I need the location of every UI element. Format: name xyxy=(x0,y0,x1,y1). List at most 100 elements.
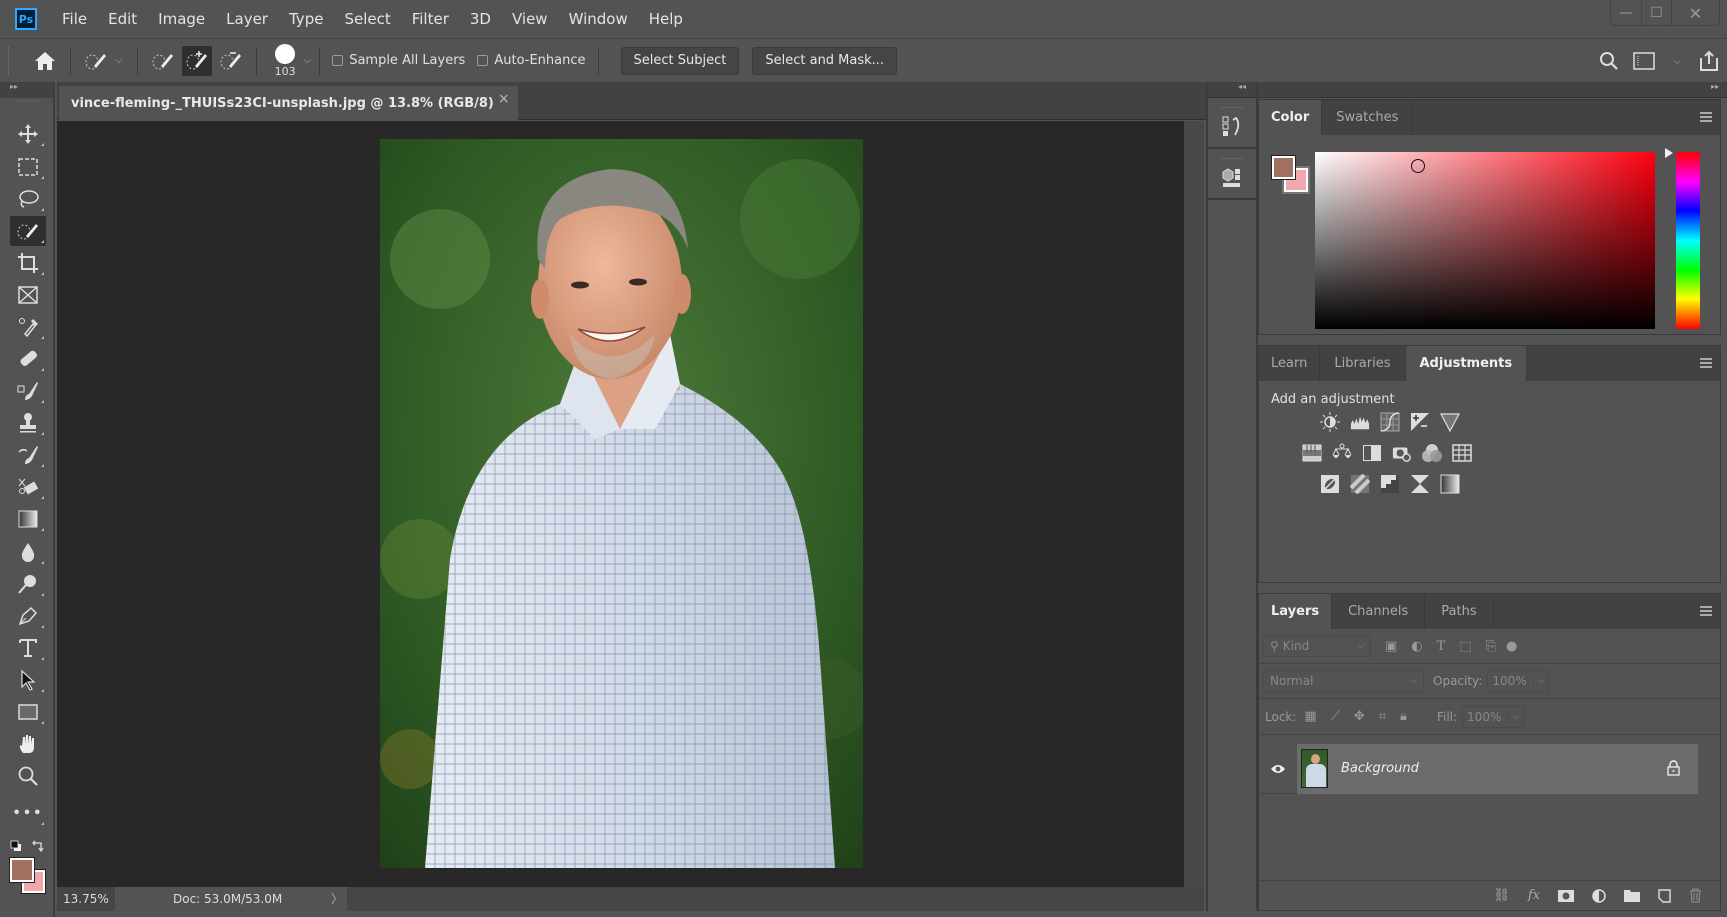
menu-filter[interactable]: Filter xyxy=(412,10,449,28)
history-brush-tool[interactable] xyxy=(10,440,46,470)
layer-visibility-toggle[interactable] xyxy=(1259,764,1297,774)
photo-filter-icon[interactable] xyxy=(1392,443,1412,463)
pen-tool[interactable] xyxy=(10,601,46,631)
hue-saturation-icon[interactable] xyxy=(1302,443,1322,463)
menu-file[interactable]: File xyxy=(62,10,87,28)
new-layer-icon[interactable] xyxy=(1658,888,1671,903)
tools-collapse-handle[interactable]: ▸▸ xyxy=(0,82,53,98)
lasso-tool[interactable] xyxy=(10,184,46,214)
smart-object-filter-icon[interactable]: ⎘ xyxy=(1486,639,1496,654)
default-colors-button[interactable] xyxy=(10,840,22,852)
menu-type[interactable]: Type xyxy=(289,10,323,28)
tab-learn[interactable]: Learn xyxy=(1259,346,1321,381)
history-panel-button[interactable] xyxy=(1208,98,1256,149)
color-panel-foreground-swatch[interactable] xyxy=(1271,155,1296,180)
menu-help[interactable]: Help xyxy=(649,10,683,28)
hue-slider-marker[interactable] xyxy=(1665,148,1673,158)
gradient-map-icon[interactable] xyxy=(1440,474,1460,494)
tools-grip[interactable] xyxy=(14,100,39,114)
foreground-color-swatch[interactable] xyxy=(9,857,35,883)
lock-transparent-pixels-icon[interactable]: ▦ xyxy=(1304,709,1316,724)
opacity-field[interactable]: 100% ⌵ xyxy=(1487,670,1550,692)
close-button[interactable]: ✕ xyxy=(1671,0,1719,26)
link-layers-icon[interactable]: ⛓︎ xyxy=(1493,888,1510,903)
tool-preset-picker[interactable] xyxy=(81,46,111,76)
lock-all-icon[interactable]: 🔒︎ xyxy=(1400,709,1407,724)
maximize-button[interactable]: ☐ xyxy=(1641,0,1671,26)
shape-layer-filter-icon[interactable]: ⬚ xyxy=(1459,639,1471,654)
channel-mixer-icon[interactable] xyxy=(1422,443,1442,463)
select-subject-button[interactable]: Select Subject xyxy=(620,46,740,75)
vertical-scrollbar[interactable] xyxy=(1184,121,1204,887)
status-menu-arrow-icon[interactable]: 〉 xyxy=(327,887,347,911)
tab-libraries[interactable]: Libraries xyxy=(1320,346,1406,381)
chevron-down-icon[interactable]: ⌵ xyxy=(1532,676,1544,686)
brush-size-picker[interactable]: 103 xyxy=(275,43,296,78)
workspace-icon[interactable] xyxy=(1633,52,1656,70)
selective-color-icon[interactable] xyxy=(1410,474,1430,494)
filter-toggle-icon[interactable]: ● xyxy=(1506,639,1517,654)
sample-all-layers-checkbox[interactable]: Sample All Layers xyxy=(332,53,465,68)
marquee-tool[interactable] xyxy=(10,152,46,182)
blur-tool[interactable] xyxy=(10,537,46,567)
saturation-brightness-field[interactable] xyxy=(1315,152,1655,329)
black-white-icon[interactable] xyxy=(1362,443,1382,463)
exposure-icon[interactable] xyxy=(1410,412,1430,432)
healing-brush-tool[interactable] xyxy=(10,344,46,374)
tab-channels[interactable]: Channels xyxy=(1332,594,1426,629)
workspace-chevron-down-icon[interactable]: ⌵ xyxy=(1673,56,1681,67)
threshold-icon[interactable] xyxy=(1380,474,1400,494)
document-tab[interactable]: vince-fleming-_THUISs23CI-unsplash.jpg @… xyxy=(59,86,518,120)
levels-icon[interactable] xyxy=(1350,412,1370,432)
subtract-from-selection-button[interactable] xyxy=(216,46,246,76)
document-image[interactable] xyxy=(380,139,863,868)
menu-select[interactable]: Select xyxy=(344,10,390,28)
search-icon[interactable] xyxy=(1599,51,1619,71)
new-group-folder-icon[interactable] xyxy=(1624,889,1640,902)
zoom-level[interactable]: 13.75% xyxy=(57,892,115,906)
menu-window[interactable]: Window xyxy=(569,10,628,28)
layer-lock-icon[interactable] xyxy=(1667,759,1680,776)
quick-selection-tool[interactable] xyxy=(10,216,46,246)
minimize-button[interactable]: — xyxy=(1611,0,1641,26)
zoom-tool[interactable] xyxy=(10,761,46,791)
fill-field[interactable]: 100% ⌵ xyxy=(1462,705,1525,728)
menu-edit[interactable]: Edit xyxy=(108,10,137,28)
posterize-icon[interactable] xyxy=(1350,474,1370,494)
add-to-selection-button[interactable] xyxy=(181,45,212,76)
type-tool[interactable] xyxy=(10,633,46,663)
clone-stamp-tool[interactable] xyxy=(10,408,46,438)
brush-chevron-down-icon[interactable]: ⌵ xyxy=(304,55,312,66)
tab-adjustments[interactable]: Adjustments xyxy=(1405,346,1528,381)
type-layer-filter-icon[interactable]: T xyxy=(1437,639,1446,654)
delete-layer-trash-icon[interactable] xyxy=(1689,888,1702,903)
collapse-panels-handle[interactable]: ◂◂ xyxy=(1208,82,1256,98)
brightness-contrast-icon[interactable] xyxy=(1320,412,1340,432)
layer-body[interactable]: Background xyxy=(1297,743,1698,794)
panel-menu-icon[interactable] xyxy=(1700,358,1712,368)
brush-tool[interactable] xyxy=(10,376,46,406)
lock-image-pixels-icon[interactable]: ⟋ xyxy=(1331,709,1340,724)
gradient-tool[interactable] xyxy=(10,504,46,534)
layer-row-background[interactable]: Background xyxy=(1259,743,1698,794)
select-and-mask-button[interactable]: Select and Mask... xyxy=(752,46,898,75)
path-selection-tool[interactable] xyxy=(10,665,46,695)
tab-paths[interactable]: Paths xyxy=(1425,594,1494,629)
eyedropper-tool[interactable] xyxy=(10,312,46,342)
vibrance-icon[interactable] xyxy=(1440,412,1460,432)
chevron-down-icon[interactable]: ⌵ xyxy=(115,55,123,66)
frame-tool[interactable] xyxy=(10,280,46,310)
color-lookup-icon[interactable] xyxy=(1452,443,1472,463)
menu-3d[interactable]: 3D xyxy=(470,10,491,28)
hand-tool[interactable] xyxy=(10,729,46,759)
home-button[interactable] xyxy=(30,46,60,76)
adjustment-layer-filter-icon[interactable]: ◐ xyxy=(1411,639,1422,654)
blend-mode-select[interactable]: Normal ⌵ xyxy=(1263,670,1424,692)
hue-slider[interactable] xyxy=(1676,152,1700,329)
panels-dock-handle[interactable]: ▸▸ xyxy=(1258,82,1727,98)
menu-layer[interactable]: Layer xyxy=(226,10,268,28)
properties-panel-button[interactable] xyxy=(1208,149,1256,200)
color-picker-cursor[interactable] xyxy=(1411,159,1425,173)
edit-toolbar-button[interactable]: ••• xyxy=(10,798,46,828)
close-tab-icon[interactable]: × xyxy=(498,91,510,107)
